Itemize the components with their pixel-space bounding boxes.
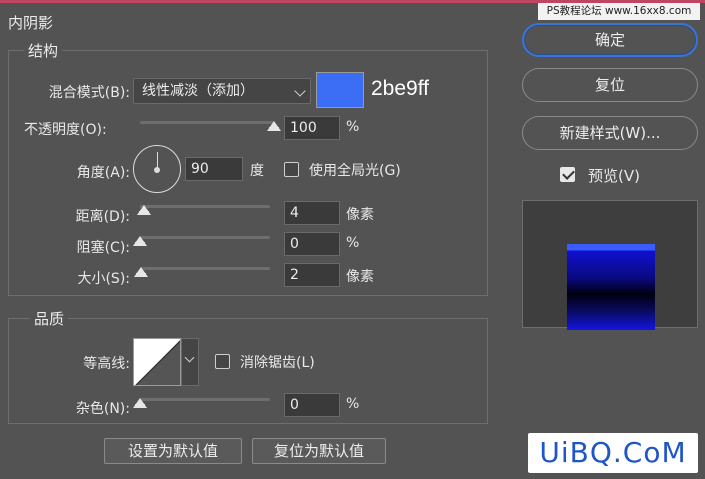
angle-input[interactable]: 90 bbox=[185, 157, 243, 181]
chevron-down-icon bbox=[184, 352, 195, 363]
style-preview-box bbox=[522, 200, 698, 330]
reset-default-button[interactable]: 复位为默认值 bbox=[252, 438, 386, 464]
structure-title: 结构 bbox=[24, 40, 63, 61]
antialias-checkbox[interactable] bbox=[215, 354, 230, 369]
distance-slider-handle[interactable] bbox=[136, 205, 151, 215]
distance-slider-track[interactable] bbox=[136, 205, 270, 215]
new-style-button[interactable]: 新建样式(W)... bbox=[522, 116, 698, 150]
watermark-banner: PS教程论坛 www.16xx8.com bbox=[538, 3, 700, 20]
color-hex-label: 2be9ff bbox=[371, 77, 430, 100]
noise-slider-track[interactable] bbox=[133, 398, 270, 408]
ok-button[interactable]: 确定 bbox=[522, 23, 698, 57]
distance-unit: 像素 bbox=[346, 207, 374, 223]
angle-dial[interactable] bbox=[133, 145, 181, 193]
antialias-label: 消除锯齿(L) bbox=[240, 355, 315, 371]
choke-input[interactable]: 0 bbox=[284, 232, 340, 256]
contour-preview[interactable] bbox=[133, 338, 181, 386]
angle-label: 角度(A): bbox=[76, 165, 130, 181]
choke-unit: % bbox=[346, 235, 360, 251]
set-default-button[interactable]: 设置为默认值 bbox=[104, 438, 242, 464]
quality-title: 品质 bbox=[30, 308, 69, 329]
global-light-label: 使用全局光(G) bbox=[309, 163, 401, 179]
noise-label: 杂色(N): bbox=[75, 401, 130, 417]
reset-button[interactable]: 复位 bbox=[522, 68, 698, 102]
contour-dropdown-button[interactable] bbox=[181, 338, 199, 386]
global-light-checkbox[interactable] bbox=[284, 162, 299, 177]
preview-label: 预览(V) bbox=[588, 167, 640, 185]
opacity-slider-handle[interactable] bbox=[267, 121, 281, 131]
noise-unit: % bbox=[346, 396, 360, 412]
site-logo: UiBQ.CoM bbox=[528, 433, 698, 473]
opacity-input[interactable]: 100 bbox=[284, 116, 340, 140]
angle-dial-center bbox=[154, 167, 160, 173]
size-unit: 像素 bbox=[346, 269, 374, 285]
opacity-label: 不透明度(O): bbox=[24, 122, 107, 138]
noise-input[interactable]: 0 bbox=[284, 393, 340, 417]
shadow-color-swatch[interactable] bbox=[316, 72, 364, 108]
panel-title: 内阴影 bbox=[8, 14, 54, 32]
angle-unit: 度 bbox=[250, 163, 264, 179]
size-label: 大小(S): bbox=[77, 271, 130, 287]
choke-slider-handle[interactable] bbox=[133, 236, 147, 246]
distance-label: 距离(D): bbox=[75, 209, 130, 225]
contour-label: 等高线: bbox=[83, 356, 130, 372]
distance-input[interactable]: 4 bbox=[284, 201, 340, 225]
size-slider-handle[interactable] bbox=[134, 267, 149, 277]
style-preview-swatch bbox=[567, 244, 655, 330]
size-input[interactable]: 2 bbox=[284, 263, 340, 287]
contour-curve-icon bbox=[135, 340, 180, 385]
size-slider-track[interactable] bbox=[134, 267, 270, 277]
choke-slider-track[interactable] bbox=[133, 236, 270, 246]
blend-mode-label: 混合模式(B): bbox=[48, 85, 130, 101]
noise-slider-handle[interactable] bbox=[133, 398, 147, 408]
chevron-down-icon bbox=[294, 85, 306, 97]
opacity-unit: % bbox=[346, 119, 360, 135]
choke-label: 阻塞(C): bbox=[76, 240, 130, 256]
blend-mode-value: 线性减淡（添加） bbox=[142, 83, 254, 99]
opacity-slider-track[interactable] bbox=[140, 121, 281, 131]
blend-mode-select[interactable]: 线性减淡（添加） bbox=[133, 78, 311, 104]
preview-checkbox[interactable] bbox=[560, 167, 575, 182]
